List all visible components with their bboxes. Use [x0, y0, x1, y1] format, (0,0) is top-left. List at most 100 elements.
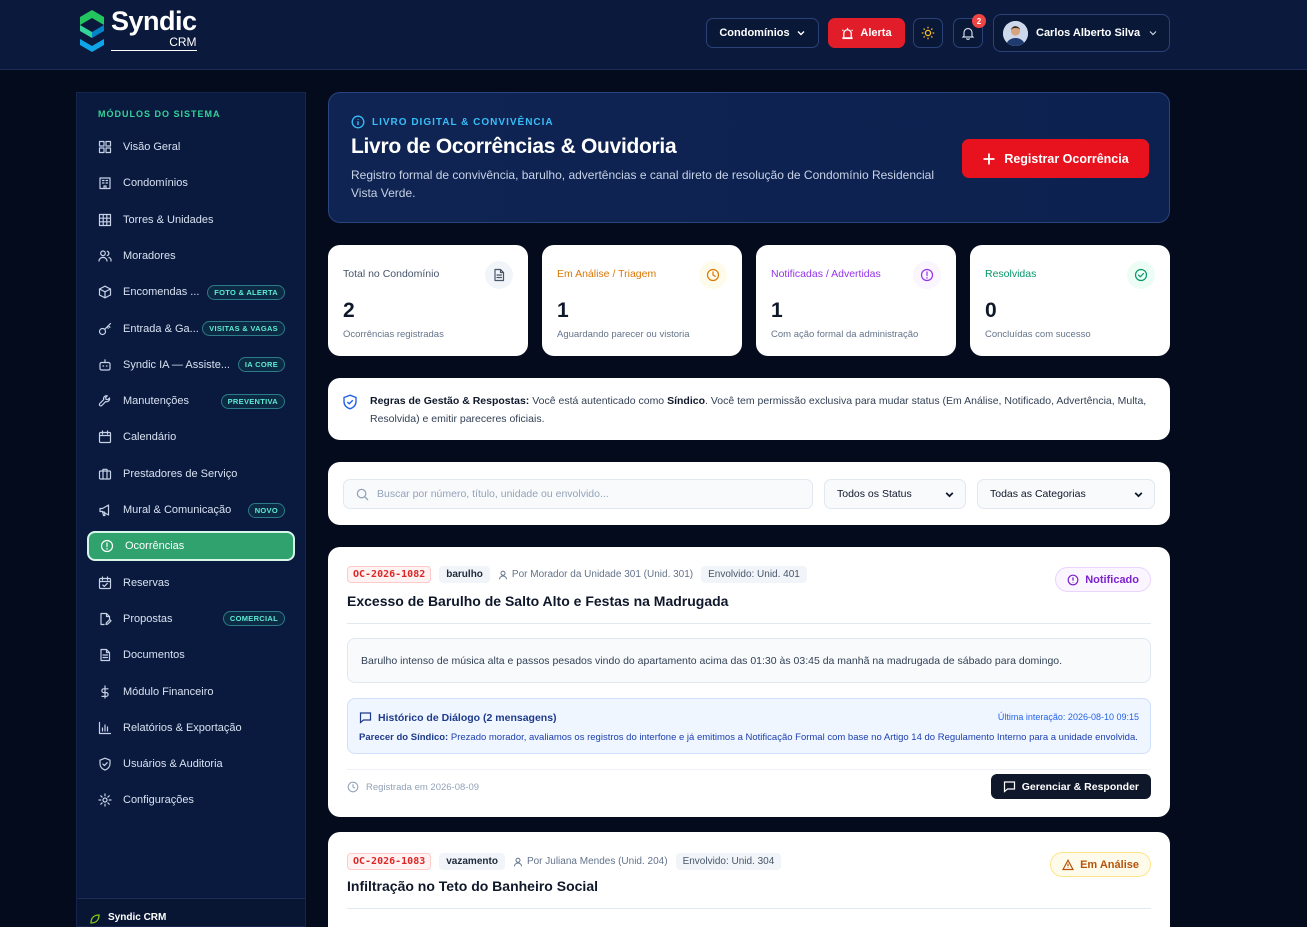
stat-value: 0	[985, 299, 997, 322]
stat-icon-badge	[913, 261, 941, 289]
category-filter-select[interactable]: Todas as Categorias	[977, 479, 1155, 509]
sidebar-item-label: Entrada & Ga...	[123, 322, 199, 335]
warning-triangle-icon	[1062, 858, 1075, 870]
rules-role: Síndico	[667, 395, 705, 407]
sidebar-item-condomínios[interactable]: Condomínios	[87, 168, 295, 198]
grid-icon	[98, 140, 112, 154]
package-icon	[98, 285, 112, 299]
sidebar-item-label: Manutenções	[123, 395, 190, 408]
search-input[interactable]	[377, 488, 797, 500]
last-message: Parecer do Síndico: Prezado morador, ava…	[359, 732, 1139, 743]
alert-circle-icon	[920, 268, 934, 282]
occurrence-title: Excesso de Barulho de Salto Alto e Festa…	[347, 593, 729, 609]
rules-text: Regras de Gestão & Respostas: Você está …	[370, 392, 1150, 428]
table-icon	[98, 213, 112, 226]
calendar-check-icon	[98, 575, 112, 589]
sidebar-title: MÓDULOS DO SISTEMA	[98, 109, 221, 119]
stat-label: Resolvidas	[985, 268, 1037, 280]
search-box[interactable]	[343, 479, 813, 509]
manage-respond-button[interactable]: Gerenciar & Responder	[990, 774, 1151, 799]
register-occurrence-button[interactable]: Registrar Ocorrência	[962, 139, 1149, 178]
sidebar-item-encomendas[interactable]: Encomendas ... FOTO & ALERTA	[87, 277, 295, 307]
occurrence-involved: Envolvido: Unid. 304	[675, 853, 782, 870]
status-filter-select[interactable]: Todos os Status	[824, 479, 966, 509]
dialog-history[interactable]: Histórico de Diálogo (2 mensagens) Últim…	[347, 698, 1151, 754]
sidebar-item-mural-comunicação[interactable]: Mural & Comunicação NOVO	[87, 495, 295, 525]
sidebar-item-label: Torres & Unidades	[123, 213, 214, 226]
sidebar-item-manutenções[interactable]: Manutenções PREVENTIVA	[87, 386, 295, 416]
sidebar-item-visão-geral[interactable]: Visão Geral	[87, 132, 295, 162]
stat-subtitle: Concluídas com sucesso	[985, 329, 1091, 340]
sidebar-item-propostas[interactable]: Propostas COMERCIAL	[87, 604, 295, 634]
sidebar-item-syndic-ia-assiste[interactable]: Syndic IA — Assiste... IA CORE	[87, 350, 295, 380]
sidebar-item-usuários-auditoria[interactable]: Usuários & Auditoria	[87, 749, 295, 779]
notification-count-badge: 2	[972, 14, 986, 28]
sidebar-item-ocorrências[interactable]: Ocorrências	[87, 531, 295, 562]
bot-icon	[99, 358, 111, 371]
theme-toggle-button[interactable]	[913, 18, 943, 48]
logo-mark-icon	[80, 10, 104, 52]
file-text-icon	[100, 649, 111, 662]
notifications-button[interactable]: 2	[953, 14, 986, 48]
sidebar-item-módulo-financeiro[interactable]: Módulo Financeiro	[87, 677, 295, 707]
occurrence-meta: OC-2026-1082 barulho Por Morador da Unid…	[347, 566, 807, 583]
check-circle-icon	[1134, 268, 1148, 282]
occurrence-meta: OC-2026-1083 vazamento Por Juliana Mende…	[347, 853, 782, 870]
bell-icon	[961, 27, 975, 40]
shield-check-icon	[99, 757, 111, 771]
siren-icon	[842, 27, 854, 39]
page-hero: LIVRO DIGITAL & CONVIVÊNCIA Livro de Oco…	[328, 92, 1170, 223]
sun-icon	[921, 26, 935, 40]
sidebar-item-prestadores-de-serviço[interactable]: Prestadores de Serviço	[87, 459, 295, 489]
page-description: Registro formal de convivência, barulho,…	[351, 168, 934, 200]
building-icon	[99, 177, 111, 190]
megaphone-icon	[99, 504, 110, 517]
message-square-icon	[1003, 781, 1015, 793]
status-label: Notificado	[1085, 573, 1139, 586]
stat-icon-badge	[1127, 261, 1155, 289]
occurrence-card: OC-2026-1082 barulho Por Morador da Unid…	[328, 547, 1170, 817]
stat-value: 1	[771, 299, 783, 322]
divider	[347, 623, 1151, 624]
sidebar-item-badge: PREVENTIVA	[220, 393, 285, 409]
stat-subtitle: Com ação formal da administração	[771, 329, 919, 340]
sidebar-item-relatórios-exportação[interactable]: Relatórios & Exportação	[87, 713, 295, 743]
sidebar-item-label: Reservas	[123, 576, 170, 589]
logo[interactable]: Syndic CRM	[78, 8, 197, 54]
sidebar-item-badge: IA CORE	[237, 357, 285, 373]
occurrence-author-label: Por Juliana Mendes (Unid. 204)	[526, 856, 668, 867]
user-menu[interactable]: Carlos Alberto Silva	[993, 14, 1170, 52]
chevron-down-icon	[1149, 31, 1157, 36]
condominios-label: Condomínios	[719, 27, 790, 39]
dialog-history-title: Histórico de Diálogo (2 mensagens)	[359, 711, 557, 724]
rules-text-part: Você está autenticado como	[529, 395, 668, 407]
user-icon	[513, 857, 522, 866]
file-icon	[494, 268, 505, 282]
alert-button[interactable]: Alerta	[828, 18, 905, 48]
sidebar-item-torres-unidades[interactable]: Torres & Unidades	[87, 205, 295, 235]
sidebar-footer: Syndic CRM	[77, 898, 305, 926]
sidebar-item-calendário[interactable]: Calendário	[87, 422, 295, 452]
sidebar-item-label: Ocorrências	[125, 540, 185, 553]
gear-icon	[98, 793, 112, 807]
page-title: Livro de Ocorrências & Ouvidoria	[351, 135, 677, 158]
category-filter-value: Todas as Categorias	[990, 488, 1086, 500]
sidebar-item-configurações[interactable]: Configurações	[87, 785, 295, 815]
logo-sub: CRM	[111, 36, 197, 51]
sidebar-item-moradores[interactable]: Moradores	[87, 241, 295, 271]
sidebar-item-entrada-ga[interactable]: Entrada & Ga... VISITAS & VAGAS	[87, 314, 295, 344]
sidebar-item-badge: VISITAS & VAGAS	[202, 321, 285, 336]
calendar-icon	[98, 430, 112, 444]
sidebar-item-reservas[interactable]: Reservas	[87, 568, 295, 598]
stat-label: Notificadas / Advertidas	[771, 268, 881, 280]
clock-icon	[347, 781, 359, 793]
condominios-dropdown[interactable]: Condomínios	[706, 18, 819, 48]
sidebar-item-documentos[interactable]: Documentos	[87, 640, 295, 670]
stat-subtitle: Ocorrências registradas	[343, 329, 444, 340]
occurrence-code: OC-2026-1082	[347, 566, 432, 583]
sidebar-footer-label: Syndic CRM	[108, 912, 167, 923]
sidebar-item-label: Módulo Financeiro	[123, 685, 214, 698]
key-icon	[98, 322, 112, 335]
shield-icon	[343, 394, 357, 410]
occurrence-author-label: Por Morador da Unidade 301 (Unid. 301)	[511, 569, 694, 580]
